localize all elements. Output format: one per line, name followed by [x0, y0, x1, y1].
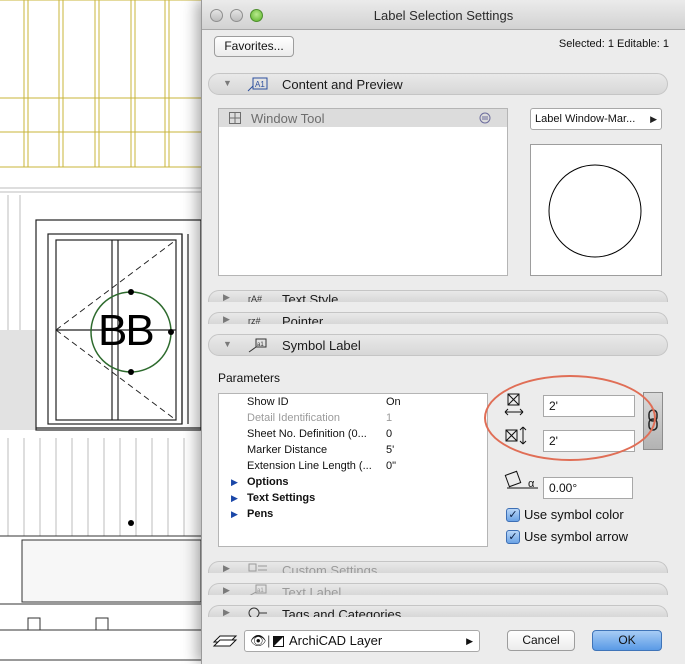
symbol-label-icon: a1: [248, 338, 267, 353]
proportion-lock-button[interactable]: [643, 392, 663, 450]
parameter-group-label: Options: [247, 476, 289, 488]
dialog-title: Label Selection Settings: [373, 8, 514, 23]
disclosure-triangle-icon[interactable]: ▶: [231, 477, 238, 488]
svg-text:rA#: rA#: [248, 294, 262, 302]
section-content-and-preview[interactable]: ▼ A1 Content and Preview: [208, 73, 668, 95]
collapsed-triangle-icon: ▶: [223, 563, 230, 573]
layer-lock-icon: [273, 636, 284, 647]
expanded-triangle-icon: ▼: [223, 339, 232, 349]
collapsed-triangle-icon: ▶: [223, 607, 230, 617]
text-style-icon: rA#: [248, 294, 262, 302]
window-tool-icon: [229, 112, 241, 124]
symbol-height-icon: [505, 426, 527, 445]
section-label: Content and Preview: [282, 77, 403, 92]
tool-list-item-label: Window Tool: [251, 111, 325, 126]
section-label: Text Style: [282, 292, 339, 302]
symbol-width-field[interactable]: 2': [543, 395, 635, 417]
section-custom-settings[interactable]: ▶ Custom Settings: [208, 561, 668, 573]
label-marker-text: BB: [98, 306, 155, 355]
collapsed-triangle-icon: ▶: [223, 292, 230, 302]
parameter-row[interactable]: Extension Line Length (... 0": [219, 458, 487, 474]
dropdown-arrow-icon: ▶: [650, 114, 657, 124]
section-text-style[interactable]: ▶ rA# Text Style: [208, 290, 668, 302]
custom-settings-icon: [248, 563, 267, 572]
pointer-icon: rz#: [248, 316, 261, 324]
collapsed-triangle-icon: ▶: [223, 585, 230, 595]
parameter-name: Marker Distance: [247, 444, 328, 456]
parameter-row[interactable]: Detail Identification 1: [219, 410, 487, 426]
section-pointer[interactable]: ▶ rz# Pointer: [208, 312, 668, 324]
ok-button[interactable]: OK: [592, 630, 662, 651]
dropdown-arrow-icon: ▶: [466, 636, 473, 646]
parameter-value: 1: [386, 412, 393, 424]
svg-text:rz#: rz#: [248, 316, 261, 324]
label-selection-settings-dialog: Label Selection Settings Favorites... Se…: [201, 0, 685, 664]
disclosure-triangle-icon[interactable]: ▶: [231, 509, 238, 520]
section-symbol-label[interactable]: ▼ a1 Symbol Label: [208, 334, 668, 356]
favorites-button[interactable]: Favorites...: [214, 36, 294, 57]
symbol-height-field[interactable]: 2': [543, 430, 635, 452]
parameter-name: Show ID: [247, 396, 289, 408]
rotation-angle-field[interactable]: 0.00°: [543, 477, 633, 499]
text-label-icon: a1: [249, 584, 267, 595]
parameter-value: 0": [386, 460, 397, 472]
parameter-row[interactable]: Marker Distance 5': [219, 442, 487, 458]
chain-link-icon: [648, 409, 658, 431]
parameter-group-options[interactable]: ▶ Options: [219, 474, 487, 490]
layer-name: ArchiCAD Layer: [289, 633, 383, 648]
section-label: Symbol Label: [282, 338, 361, 353]
section-label: Pointer: [282, 314, 324, 324]
rotation-angle-icon: α: [504, 470, 538, 490]
parameters-list[interactable]: Show ID On Detail Identification 1 Sheet…: [218, 393, 488, 547]
parameter-value: On: [386, 396, 401, 408]
parameter-value: 5': [386, 444, 395, 456]
section-label: Custom Settings: [282, 563, 378, 573]
tags-icon: [248, 607, 267, 617]
symbol-width-icon: [504, 393, 524, 416]
parameter-name: Sheet No. Definition (0...: [247, 428, 367, 440]
parameter-group-pens[interactable]: ▶ Pens: [219, 506, 487, 522]
parameter-value: 0: [386, 428, 393, 440]
roof-grid: [0, 0, 201, 168]
label-preview: [530, 144, 662, 276]
label-type-dropdown[interactable]: Label Window-Mar... ▶: [530, 108, 662, 130]
svg-text:a1: a1: [257, 342, 264, 348]
parameter-group-label: Pens: [247, 508, 274, 520]
parameter-name: Extension Line Length (...: [247, 460, 372, 472]
disclosure-triangle-icon[interactable]: ▶: [231, 493, 238, 504]
parameter-row[interactable]: Sheet No. Definition (0... 0: [219, 426, 487, 442]
settings-link-icon: [479, 112, 491, 124]
checkmark-icon[interactable]: ✓: [506, 508, 520, 522]
svg-text:A1: A1: [255, 80, 265, 89]
checkmark-icon[interactable]: ✓: [506, 530, 520, 544]
tool-list[interactable]: Window Tool: [218, 108, 508, 276]
svg-text:a1: a1: [257, 588, 264, 594]
checkbox-label: Use symbol arrow: [524, 529, 629, 544]
section-tags-and-categories[interactable]: ▶ Tags and Categories: [208, 605, 668, 617]
expanded-triangle-icon: ▼: [223, 78, 232, 88]
parameter-name: Detail Identification: [247, 412, 340, 424]
list-item[interactable]: Window Tool: [219, 109, 507, 127]
layers-icon: [212, 635, 238, 647]
preview-circle-icon: [548, 164, 642, 258]
parameter-row[interactable]: Show ID On: [219, 394, 487, 410]
layer-separator: |: [267, 633, 271, 648]
title-bar[interactable]: Label Selection Settings: [202, 0, 685, 30]
svg-text:α: α: [528, 478, 535, 490]
label-type-value: Label Window-Mar...: [535, 113, 636, 125]
section-label: Text Label: [282, 585, 342, 595]
balcony-railing: [0, 535, 202, 661]
section-label: Tags and Categories: [282, 607, 402, 617]
layer-dropdown[interactable]: 👁 | ArchiCAD Layer ▶: [244, 630, 480, 652]
section-text-label[interactable]: ▶ a1 Text Label: [208, 583, 668, 595]
parameter-group-label: Text Settings: [247, 492, 316, 504]
parameters-heading: Parameters: [218, 371, 281, 385]
checkbox-label: Use symbol color: [524, 507, 624, 522]
eye-icon: 👁: [250, 633, 267, 648]
collapsed-triangle-icon: ▶: [223, 314, 230, 324]
label-content-icon: A1: [247, 77, 268, 92]
parameter-group-text-settings[interactable]: ▶ Text Settings: [219, 490, 487, 506]
selection-count-text: Selected: 1 Editable: 1: [558, 38, 669, 50]
cancel-button[interactable]: Cancel: [507, 630, 575, 651]
